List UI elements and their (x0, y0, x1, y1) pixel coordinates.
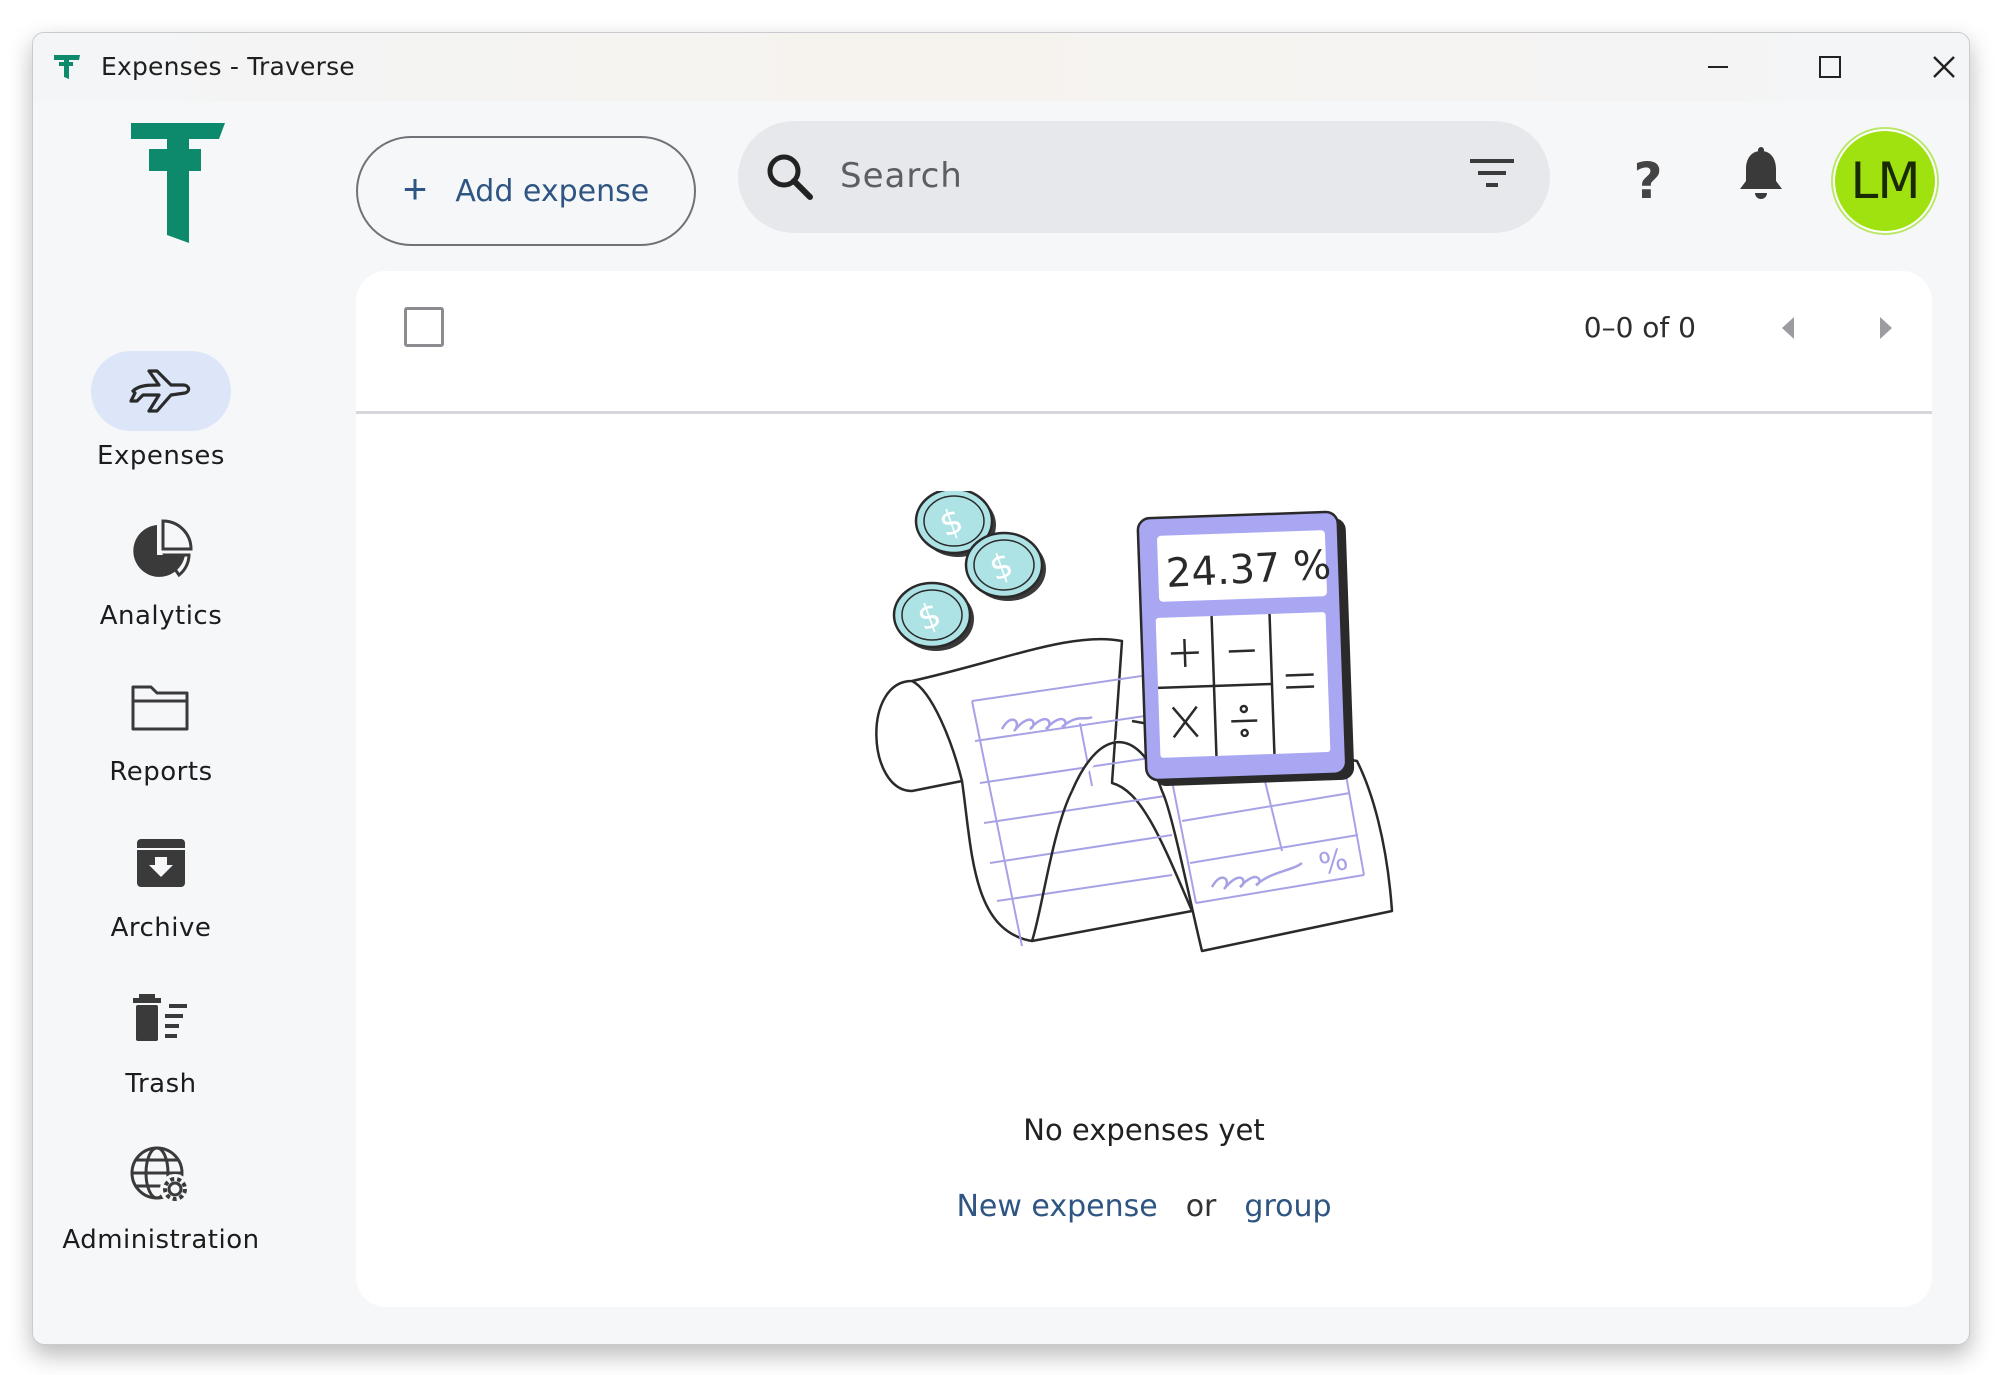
empty-state-message: No expenses yet (1023, 1113, 1265, 1147)
minimize-button[interactable] (1691, 47, 1745, 87)
app-window: Expenses - Traverse Expenses Analytics R… (32, 32, 1970, 1345)
help-button[interactable]: ? (1623, 151, 1673, 211)
maximize-button[interactable] (1803, 47, 1857, 87)
brand-logo (131, 123, 225, 243)
nav-icon-wrap (91, 1135, 231, 1215)
avatar-initials: LM (1850, 152, 1921, 210)
nav-label-administration: Administration (62, 1225, 260, 1255)
sidebar-item-analytics[interactable]: Analytics (33, 511, 289, 651)
folder-icon (131, 685, 189, 731)
new-expense-link[interactable]: New expense (956, 1189, 1157, 1224)
nav-icon-wrap (91, 979, 231, 1059)
airplane-icon (129, 369, 191, 413)
sidebar-item-archive[interactable]: Archive (33, 823, 289, 963)
notifications-bell-icon[interactable] (1738, 147, 1784, 203)
minimize-icon (1708, 66, 1728, 68)
close-icon (1933, 56, 1955, 78)
new-group-link[interactable]: group (1244, 1189, 1331, 1224)
sidebar-item-reports[interactable]: Reports (33, 667, 289, 807)
nav-label-reports: Reports (109, 757, 213, 787)
plus-icon: + (402, 165, 428, 212)
globe-gear-icon (130, 1146, 190, 1204)
list-toolbar: 0–0 of 0 (356, 271, 1932, 414)
search-bar (738, 121, 1550, 233)
nav-label-analytics: Analytics (99, 601, 223, 631)
filter-icon[interactable] (1468, 155, 1516, 195)
add-expense-button[interactable]: + Add expense (356, 136, 696, 246)
calculator-icon: 24.37 % (1136, 510, 1355, 786)
or-text: or (1185, 1189, 1217, 1224)
sidebar-item-expenses[interactable]: Expenses (33, 351, 289, 491)
empty-expenses-illustration: % $ $ $ 24.37 % (875, 491, 1394, 953)
app-logo-icon (54, 55, 80, 79)
coin-icons: $ $ $ (892, 491, 1046, 651)
nav-label-trash: Trash (125, 1069, 197, 1099)
help-icon: ? (1633, 152, 1663, 210)
calculator-display: 24.37 % (1165, 542, 1332, 597)
sidebar-item-administration[interactable]: Administration (33, 1135, 289, 1275)
sidebar-item-trash[interactable]: Trash (33, 979, 289, 1119)
search-icon (767, 154, 813, 200)
nav-icon-wrap (91, 511, 231, 591)
archive-box-icon (137, 839, 185, 887)
user-avatar[interactable]: LM (1833, 129, 1937, 233)
nav-icon-wrap (91, 823, 231, 903)
search-input[interactable] (838, 145, 1402, 207)
nav-icon-wrap (91, 667, 231, 747)
next-page-icon[interactable] (1878, 315, 1894, 341)
nav-label-archive: Archive (110, 913, 212, 943)
previous-page-icon[interactable] (1780, 315, 1796, 341)
nav-icon-wrap (91, 351, 231, 431)
select-all-checkbox[interactable] (404, 307, 444, 347)
add-expense-label: Add expense (455, 173, 650, 209)
close-button[interactable] (1917, 47, 1969, 87)
title-bar: Expenses - Traverse (33, 33, 1969, 101)
trash-icon (133, 994, 187, 1041)
empty-state-actions: New expense or group (356, 1189, 1932, 1224)
pie-chart-icon (133, 519, 193, 578)
pagination-text: 0–0 of 0 (1583, 311, 1696, 344)
window-title: Expenses - Traverse (101, 52, 355, 81)
nav-label-expenses: Expenses (97, 441, 225, 471)
maximize-icon (1819, 56, 1841, 78)
expenses-list-card: 0–0 of 0 % $ $ $ 24.37 % No expenses yet… (356, 271, 1932, 1307)
